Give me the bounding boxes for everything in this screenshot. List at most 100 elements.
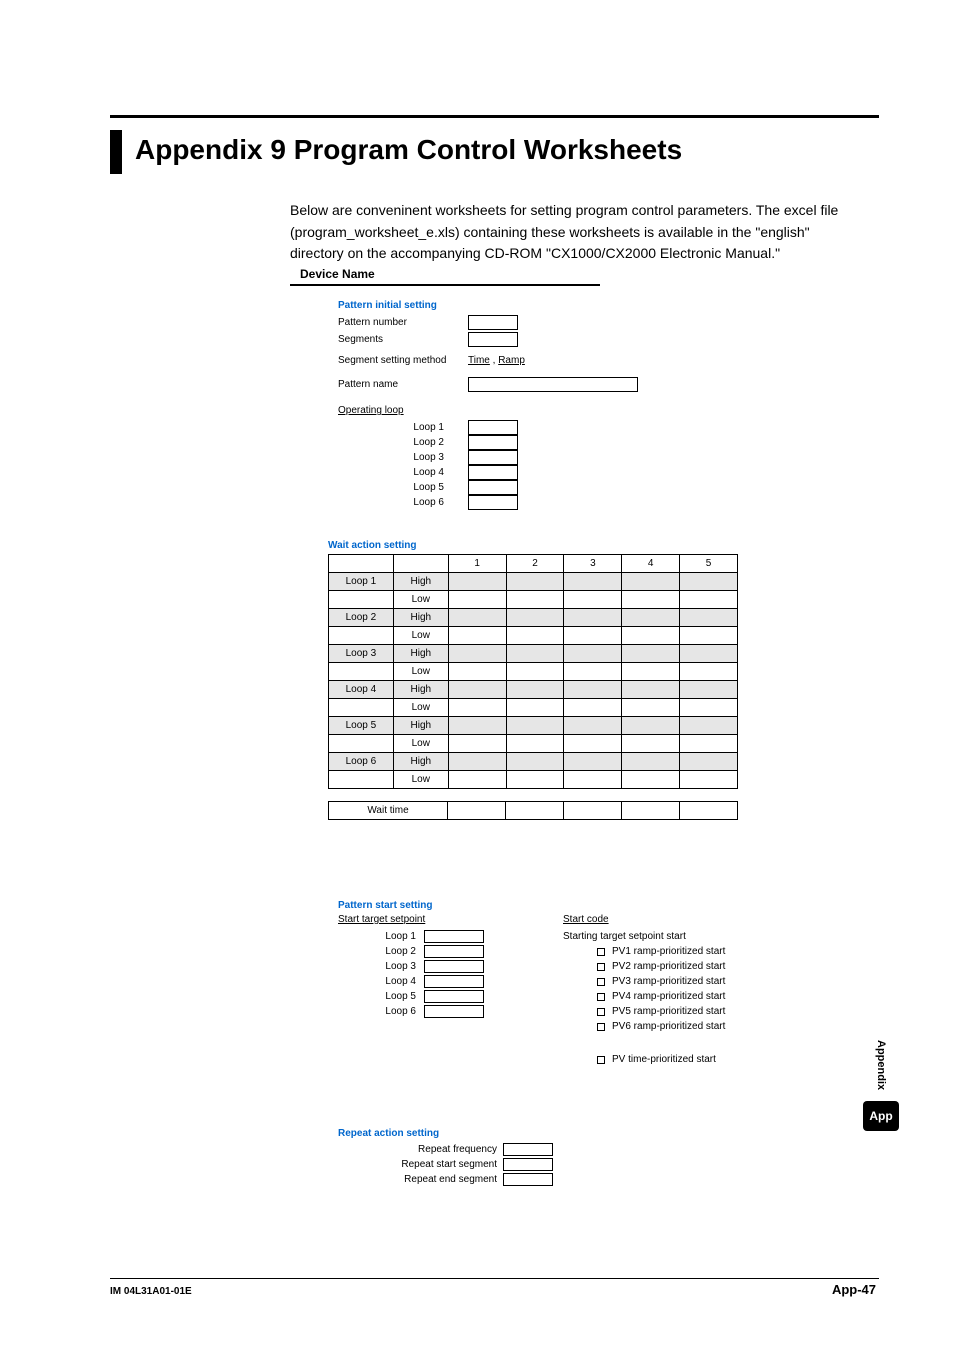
- checkbox-icon[interactable]: [597, 948, 605, 956]
- wait-value-cell[interactable]: [622, 627, 680, 645]
- checkbox-icon[interactable]: [597, 1023, 605, 1031]
- wait-value-cell[interactable]: [448, 753, 506, 771]
- wait-value-cell[interactable]: [680, 627, 738, 645]
- pattern-start-section: Pattern start setting Start target setpo…: [338, 900, 778, 1067]
- wait-value-cell[interactable]: [506, 591, 564, 609]
- pattern-name-input[interactable]: [468, 377, 638, 392]
- wait-value-cell[interactable]: [448, 645, 506, 663]
- repeat-row-input[interactable]: [503, 1143, 553, 1156]
- pattern-number-input[interactable]: [468, 315, 518, 330]
- wait-value-cell[interactable]: [564, 771, 622, 789]
- wait-value-cell[interactable]: [622, 681, 680, 699]
- pattern-start-loop-input[interactable]: [424, 945, 484, 958]
- checkbox-icon[interactable]: [597, 993, 605, 1001]
- segments-input[interactable]: [468, 332, 518, 347]
- wait-value-cell[interactable]: [506, 699, 564, 717]
- start-code-option[interactable]: PV4 ramp-prioritized start: [563, 989, 778, 1004]
- wait-value-cell[interactable]: [506, 717, 564, 735]
- wait-value-cell[interactable]: [622, 645, 680, 663]
- wait-value-cell[interactable]: [680, 591, 738, 609]
- pattern-start-loop-input[interactable]: [424, 975, 484, 988]
- wait-value-cell[interactable]: [506, 573, 564, 591]
- wait-value-cell[interactable]: [448, 573, 506, 591]
- wait-value-cell[interactable]: [622, 699, 680, 717]
- wait-value-cell[interactable]: [564, 753, 622, 771]
- wait-value-cell[interactable]: [564, 609, 622, 627]
- wait-value-cell[interactable]: [622, 735, 680, 753]
- wait-value-cell[interactable]: [680, 699, 738, 717]
- operating-loop-input[interactable]: [468, 420, 518, 435]
- wait-value-cell[interactable]: [622, 609, 680, 627]
- wait-value-cell[interactable]: [564, 645, 622, 663]
- start-code-option[interactable]: PV5 ramp-prioritized start: [563, 1004, 778, 1019]
- wait-value-cell[interactable]: [564, 699, 622, 717]
- wait-value-cell[interactable]: [506, 735, 564, 753]
- wait-value-cell[interactable]: [622, 573, 680, 591]
- wait-value-cell[interactable]: [506, 681, 564, 699]
- wait-value-cell[interactable]: [680, 771, 738, 789]
- start-code-option[interactable]: PV3 ramp-prioritized start: [563, 974, 778, 989]
- wait-value-cell[interactable]: [564, 591, 622, 609]
- wait-value-cell[interactable]: [680, 645, 738, 663]
- wait-value-cell[interactable]: [564, 627, 622, 645]
- wait-time-cell[interactable]: [506, 802, 564, 820]
- segment-method-time[interactable]: Time: [468, 355, 490, 366]
- wait-value-cell[interactable]: [622, 771, 680, 789]
- pattern-start-loop-input[interactable]: [424, 960, 484, 973]
- wait-value-cell[interactable]: [680, 573, 738, 591]
- wait-value-cell[interactable]: [564, 663, 622, 681]
- wait-value-cell[interactable]: [448, 681, 506, 699]
- wait-value-cell[interactable]: [564, 717, 622, 735]
- wait-time-cell[interactable]: [680, 802, 738, 820]
- wait-value-cell[interactable]: [564, 681, 622, 699]
- wait-value-cell[interactable]: [680, 717, 738, 735]
- wait-value-cell[interactable]: [564, 573, 622, 591]
- pattern-start-loop-input[interactable]: [424, 990, 484, 1003]
- checkbox-icon[interactable]: [597, 1056, 605, 1064]
- wait-value-cell[interactable]: [506, 663, 564, 681]
- pattern-start-loop-input[interactable]: [424, 930, 484, 943]
- segment-method-ramp[interactable]: Ramp: [498, 355, 525, 366]
- wait-value-cell[interactable]: [680, 663, 738, 681]
- wait-value-cell[interactable]: [680, 681, 738, 699]
- operating-loop-input[interactable]: [468, 450, 518, 465]
- wait-value-cell[interactable]: [448, 717, 506, 735]
- wait-value-cell[interactable]: [448, 627, 506, 645]
- checkbox-icon[interactable]: [597, 963, 605, 971]
- wait-value-cell[interactable]: [680, 735, 738, 753]
- checkbox-icon[interactable]: [597, 978, 605, 986]
- wait-time-cell[interactable]: [448, 802, 506, 820]
- wait-value-cell[interactable]: [622, 663, 680, 681]
- operating-loop-input[interactable]: [468, 435, 518, 450]
- wait-value-cell[interactable]: [448, 663, 506, 681]
- operating-loop-input[interactable]: [468, 480, 518, 495]
- wait-value-cell[interactable]: [506, 753, 564, 771]
- wait-value-cell[interactable]: [564, 735, 622, 753]
- repeat-row-input[interactable]: [503, 1173, 553, 1186]
- wait-value-cell[interactable]: [622, 591, 680, 609]
- wait-value-cell[interactable]: [506, 645, 564, 663]
- operating-loop-input[interactable]: [468, 465, 518, 480]
- wait-value-cell[interactable]: [506, 609, 564, 627]
- pattern-start-loop-input[interactable]: [424, 1005, 484, 1018]
- wait-value-cell[interactable]: [622, 753, 680, 771]
- start-code-option[interactable]: PV1 ramp-prioritized start: [563, 944, 778, 959]
- wait-time-cell[interactable]: [622, 802, 680, 820]
- wait-value-cell[interactable]: [448, 609, 506, 627]
- wait-value-cell[interactable]: [448, 699, 506, 717]
- wait-value-cell[interactable]: [448, 591, 506, 609]
- wait-value-cell[interactable]: [680, 753, 738, 771]
- wait-value-cell[interactable]: [448, 771, 506, 789]
- repeat-row-input[interactable]: [503, 1158, 553, 1171]
- start-code-option[interactable]: PV2 ramp-prioritized start: [563, 959, 778, 974]
- start-code-last-option[interactable]: PV time-prioritized start: [563, 1052, 778, 1067]
- wait-value-cell[interactable]: [506, 627, 564, 645]
- wait-value-cell[interactable]: [506, 771, 564, 789]
- checkbox-icon[interactable]: [597, 1008, 605, 1016]
- wait-value-cell[interactable]: [680, 609, 738, 627]
- wait-value-cell[interactable]: [448, 735, 506, 753]
- start-code-option[interactable]: PV6 ramp-prioritized start: [563, 1019, 778, 1034]
- wait-value-cell[interactable]: [622, 717, 680, 735]
- operating-loop-input[interactable]: [468, 495, 518, 510]
- wait-time-cell[interactable]: [564, 802, 622, 820]
